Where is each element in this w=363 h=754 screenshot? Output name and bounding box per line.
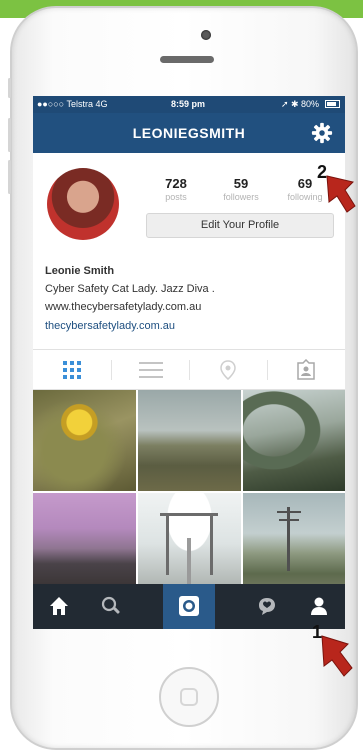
profile-view-tabs <box>33 349 345 390</box>
volume-up-button <box>8 118 11 152</box>
volume-down-button <box>8 160 11 194</box>
posts-label: posts <box>165 192 187 202</box>
profile-website-link[interactable]: thecybersafetylady.com.au <box>45 320 175 332</box>
tab-grid-view[interactable] <box>33 350 111 389</box>
annotation-arrow-1-icon <box>321 635 353 677</box>
photo-yellow-flower[interactable] <box>33 390 136 491</box>
activity-bubble-icon <box>259 598 275 615</box>
followers-count: 59 <box>233 176 249 191</box>
tagged-photos-icon <box>297 359 315 380</box>
annotation-arrow-2-icon <box>326 175 356 213</box>
status-bar: ●●○○○ Telstra 4G 8:59 pm ➚ ✱ 80% <box>33 96 345 113</box>
home-button[interactable] <box>159 667 219 727</box>
profile-person-icon <box>311 597 327 615</box>
carrier-label: ●●○○○ Telstra 4G <box>37 99 108 109</box>
grid-icon <box>63 361 81 379</box>
status-time: 8:59 pm <box>171 99 206 109</box>
location-bluetooth-icon: ➚ ✱ <box>281 99 299 109</box>
followers-stat[interactable]: 59 followers <box>211 176 271 202</box>
earpiece-speaker <box>160 56 214 63</box>
photo-tree-branches[interactable] <box>243 390 345 491</box>
mute-switch <box>8 78 11 98</box>
home-icon <box>50 597 68 615</box>
battery-icon <box>325 100 340 108</box>
search-icon <box>101 596 120 614</box>
camera-icon <box>179 596 199 616</box>
profile-avatar[interactable] <box>47 168 119 240</box>
bio-line-2: www.thecybersafetylady.com.au <box>45 301 202 313</box>
profile-name: Leonie Smith <box>45 265 115 277</box>
photo-power-pole[interactable] <box>243 493 345 594</box>
profile-username: LEONIEGSMITH <box>132 125 246 141</box>
edit-profile-button[interactable]: Edit Your Profile <box>146 213 334 238</box>
followers-label: followers <box>223 192 259 202</box>
bottom-tab-bar <box>33 584 345 629</box>
tab-location-view[interactable] <box>189 350 267 389</box>
posts-stat[interactable]: 728 posts <box>146 176 206 202</box>
location-pin-icon <box>220 360 236 380</box>
front-camera <box>201 30 211 40</box>
list-icon <box>139 362 163 378</box>
phone-screen: ●●○○○ Telstra 4G 8:59 pm ➚ ✱ 80% LEONIEG… <box>33 96 345 629</box>
settings-gear-icon[interactable] <box>311 122 333 144</box>
nav-search[interactable] <box>85 584 137 629</box>
nav-home[interactable] <box>33 584 85 629</box>
photo-hillside-field[interactable] <box>138 390 241 491</box>
tab-list-view[interactable] <box>111 350 189 389</box>
nav-activity[interactable] <box>241 584 293 629</box>
bio-line-1: Cyber Safety Cat Lady. Jazz Diva . <box>45 283 215 295</box>
nav-camera[interactable] <box>163 584 215 629</box>
tab-tagged-view[interactable] <box>267 350 345 389</box>
posts-count: 728 <box>165 176 187 191</box>
photo-water-tower[interactable] <box>138 493 241 594</box>
photo-purple-sky[interactable] <box>33 493 136 594</box>
battery-percent: 80% <box>301 99 320 109</box>
profile-nav-bar: LEONIEGSMITH <box>33 113 345 153</box>
